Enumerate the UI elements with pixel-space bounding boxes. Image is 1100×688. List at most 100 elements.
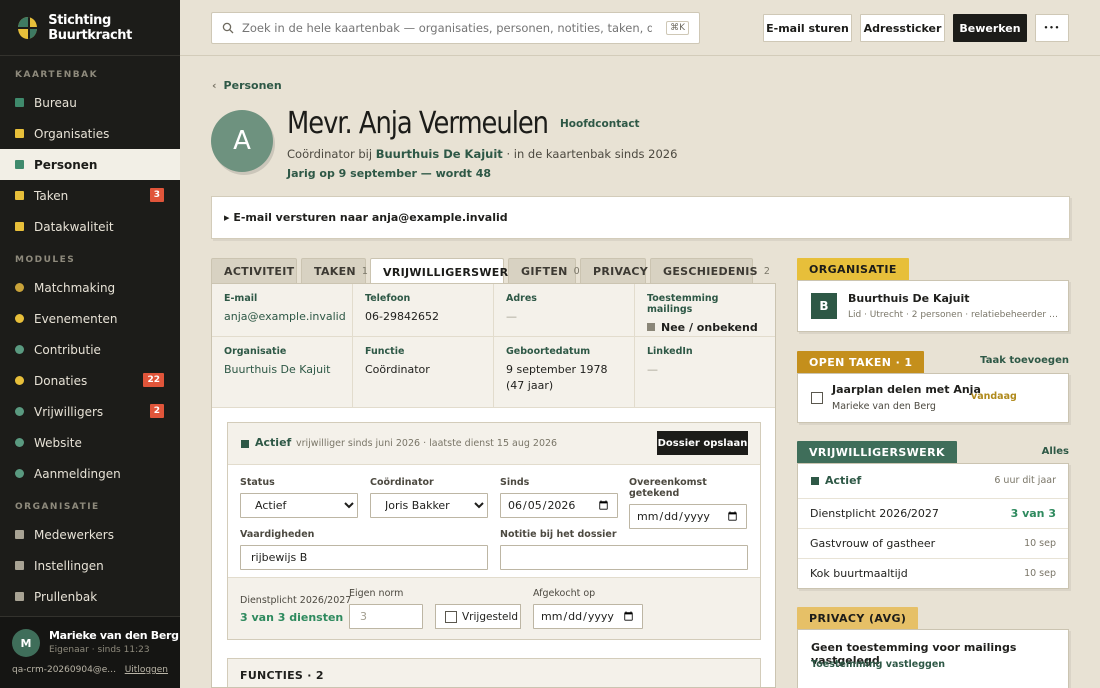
- search-input[interactable]: [242, 21, 652, 35]
- breadcrumb[interactable]: ‹ Personen: [212, 79, 282, 92]
- norm-field: Eigen norm: [349, 588, 423, 629]
- checkbox-label: Vrijgesteld: [462, 610, 519, 623]
- since-field: Sinds: [500, 477, 618, 518]
- sidebar-item-label: Bureau: [34, 95, 77, 110]
- row-label: Kok buurtmaaltijd: [810, 567, 908, 580]
- breadcrumb-link[interactable]: Personen: [224, 79, 282, 92]
- more-button[interactable]: •••: [1035, 14, 1069, 42]
- status-active-icon: [811, 477, 819, 485]
- all-volunteer-link[interactable]: Alles: [1042, 446, 1069, 457]
- save-dossier-button[interactable]: Dossier opslaan: [657, 431, 748, 455]
- sidebar-item-prullenbak[interactable]: Prullenbak: [0, 581, 180, 612]
- row-label: Gastvrouw of gastheer: [810, 537, 936, 550]
- norm-input[interactable]: [349, 604, 423, 629]
- note-field: Notitie bij het dossier: [500, 529, 748, 570]
- list-item[interactable]: Gastvrouw of gastheer 10 sep: [798, 528, 1068, 558]
- brand[interactable]: Stichting Buurtkracht: [0, 0, 180, 56]
- org-name[interactable]: Buurthuis De Kajuit: [848, 292, 970, 305]
- detail-value: —: [506, 310, 517, 323]
- sidebar-item-contributie[interactable]: Contributie: [0, 334, 180, 365]
- sidebar-item-label: Medewerkers: [34, 527, 114, 542]
- sidebar-item-instellingen[interactable]: Instellingen: [0, 550, 180, 581]
- list-item[interactable]: Kok buurtmaaltijd 10 sep: [798, 558, 1068, 588]
- tab-vrijwilligerswerk[interactable]: VRIJWILLIGERSWERK3: [370, 258, 529, 285]
- sidebar-item-personen[interactable]: Personen: [0, 149, 180, 180]
- sidebar-item-taken[interactable]: Taken 3: [0, 180, 180, 211]
- detail-label: Functie: [365, 346, 405, 357]
- field-label: Status: [240, 477, 275, 488]
- tab-taken[interactable]: TAKEN 1: [301, 258, 368, 284]
- field-label: Notitie bij het dossier: [500, 529, 617, 540]
- task-title[interactable]: Jaarplan delen met Anja: [832, 383, 981, 396]
- nav-bullet-icon: [15, 561, 24, 570]
- nav-bullet-icon: [15, 438, 24, 447]
- nav-bullet-icon: [15, 191, 24, 200]
- sidebar-item-label: Prullenbak: [34, 589, 98, 604]
- sidebar-item-organisaties[interactable]: Organisaties: [0, 118, 180, 149]
- org-card[interactable]: B Buurthuis De Kajuit Lid · Utrecht · 2 …: [797, 280, 1069, 332]
- org-link[interactable]: Buurthuis De Kajuit: [224, 362, 340, 378]
- count-badge: 3: [149, 188, 164, 202]
- tasks-header: OPEN TAKEN · 1: [797, 351, 925, 373]
- logout-link[interactable]: Uitloggen: [125, 665, 168, 675]
- checkbox-icon: [445, 610, 457, 623]
- tab-label: GESCHIEDENIS: [663, 265, 758, 278]
- sidebar-item-vrijwilligers[interactable]: Vrijwilligers 2: [0, 396, 180, 427]
- exempt-checkbox[interactable]: Vrijgesteld: [435, 604, 521, 629]
- record-consent-link[interactable]: Toestemming vastleggen: [811, 659, 945, 670]
- sidebar-item-bureau[interactable]: Bureau: [0, 87, 180, 118]
- bought-off-date-input[interactable]: [533, 604, 643, 629]
- detail-value: Coördinator: [365, 363, 430, 376]
- person-since: · in de kaartenbak sinds 2026: [506, 147, 678, 161]
- list-item[interactable]: Dienstplicht 2026/2027 3 van 3: [798, 498, 1068, 528]
- add-task-link[interactable]: Taak toevoegen: [980, 355, 1069, 366]
- person-avatar: A: [211, 110, 273, 172]
- person-org-link[interactable]: Buurthuis De Kajuit: [376, 147, 503, 161]
- edit-button[interactable]: Bewerken: [953, 14, 1027, 42]
- user-avatar[interactable]: M: [12, 629, 40, 657]
- search-box[interactable]: ⌘K: [211, 12, 700, 44]
- count-badge: 22: [143, 373, 164, 387]
- consent-status-icon: [647, 323, 655, 331]
- email-compose-toggle[interactable]: ▸ E-mail versturen naar anja@example.inv…: [211, 196, 1070, 239]
- tab-privacy[interactable]: PRIVACY: [580, 258, 648, 284]
- tab-geschiedenis[interactable]: GESCHIEDENIS 2: [650, 258, 770, 284]
- note-input[interactable]: [500, 545, 748, 570]
- nav-bullet-icon: [15, 592, 24, 601]
- sidebar-item-donaties[interactable]: Donaties 22: [0, 365, 180, 396]
- detail-address: Adres —: [494, 284, 635, 337]
- sidebar-item-datakwaliteit[interactable]: Datakwaliteit: [0, 211, 180, 242]
- dossier-header: Actief vrijwilliger sinds juni 2026 · la…: [228, 423, 760, 465]
- address-sticker-button[interactable]: Adressticker: [860, 14, 945, 42]
- row-value: 3 van 3: [1010, 507, 1056, 520]
- functions-section[interactable]: FUNCTIES · 2: [227, 658, 761, 687]
- task-due: vandaag: [971, 391, 1017, 402]
- sidebar-item-medewerkers[interactable]: Medewerkers: [0, 519, 180, 550]
- sidebar-item-matchmaking[interactable]: Matchmaking: [0, 272, 180, 303]
- sidebar-item-label: Instellingen: [34, 558, 104, 573]
- status-select[interactable]: Actief: [240, 493, 358, 518]
- detail-function: Functie Coördinator: [353, 337, 494, 408]
- volunteer-status: Actief: [825, 474, 862, 487]
- user-panel: M Marieke van den Berg Eigenaar · sinds …: [0, 616, 180, 688]
- send-email-button[interactable]: E-mail sturen: [763, 14, 852, 42]
- email-link[interactable]: anja@example.invalid: [224, 309, 346, 325]
- user-email: qa-crm-20260904@example.invalid: [12, 665, 118, 675]
- tab-label: VRIJWILLIGERSWERK: [383, 265, 518, 279]
- tab-giften[interactable]: GIFTEN 0: [508, 258, 580, 284]
- org-avatar: B: [811, 293, 837, 319]
- sidebar-item-aanmeldingen[interactable]: Aanmeldingen: [0, 458, 180, 489]
- skills-input[interactable]: [240, 545, 488, 570]
- since-date-input[interactable]: [500, 493, 618, 518]
- coordinator-select[interactable]: Joris Bakker: [370, 493, 488, 518]
- agreement-date-input[interactable]: [629, 504, 747, 529]
- tab-activiteit[interactable]: ACTIVITEIT1: [211, 258, 306, 284]
- detail-label: Telefoon: [365, 293, 411, 304]
- sidebar-item-website[interactable]: Website: [0, 427, 180, 458]
- task-checkbox[interactable]: [811, 392, 823, 404]
- bought-off-field: Afgekocht op: [533, 588, 643, 629]
- field-label: Coördinator: [370, 477, 434, 488]
- sidebar-item-evenementen[interactable]: Evenementen: [0, 303, 180, 334]
- detail-consent: Toestemming mailings Nee / onbekend: [635, 284, 775, 337]
- volunteer-summary: Actief 6 uur dit jaar Dienstplicht 2026/…: [797, 463, 1069, 589]
